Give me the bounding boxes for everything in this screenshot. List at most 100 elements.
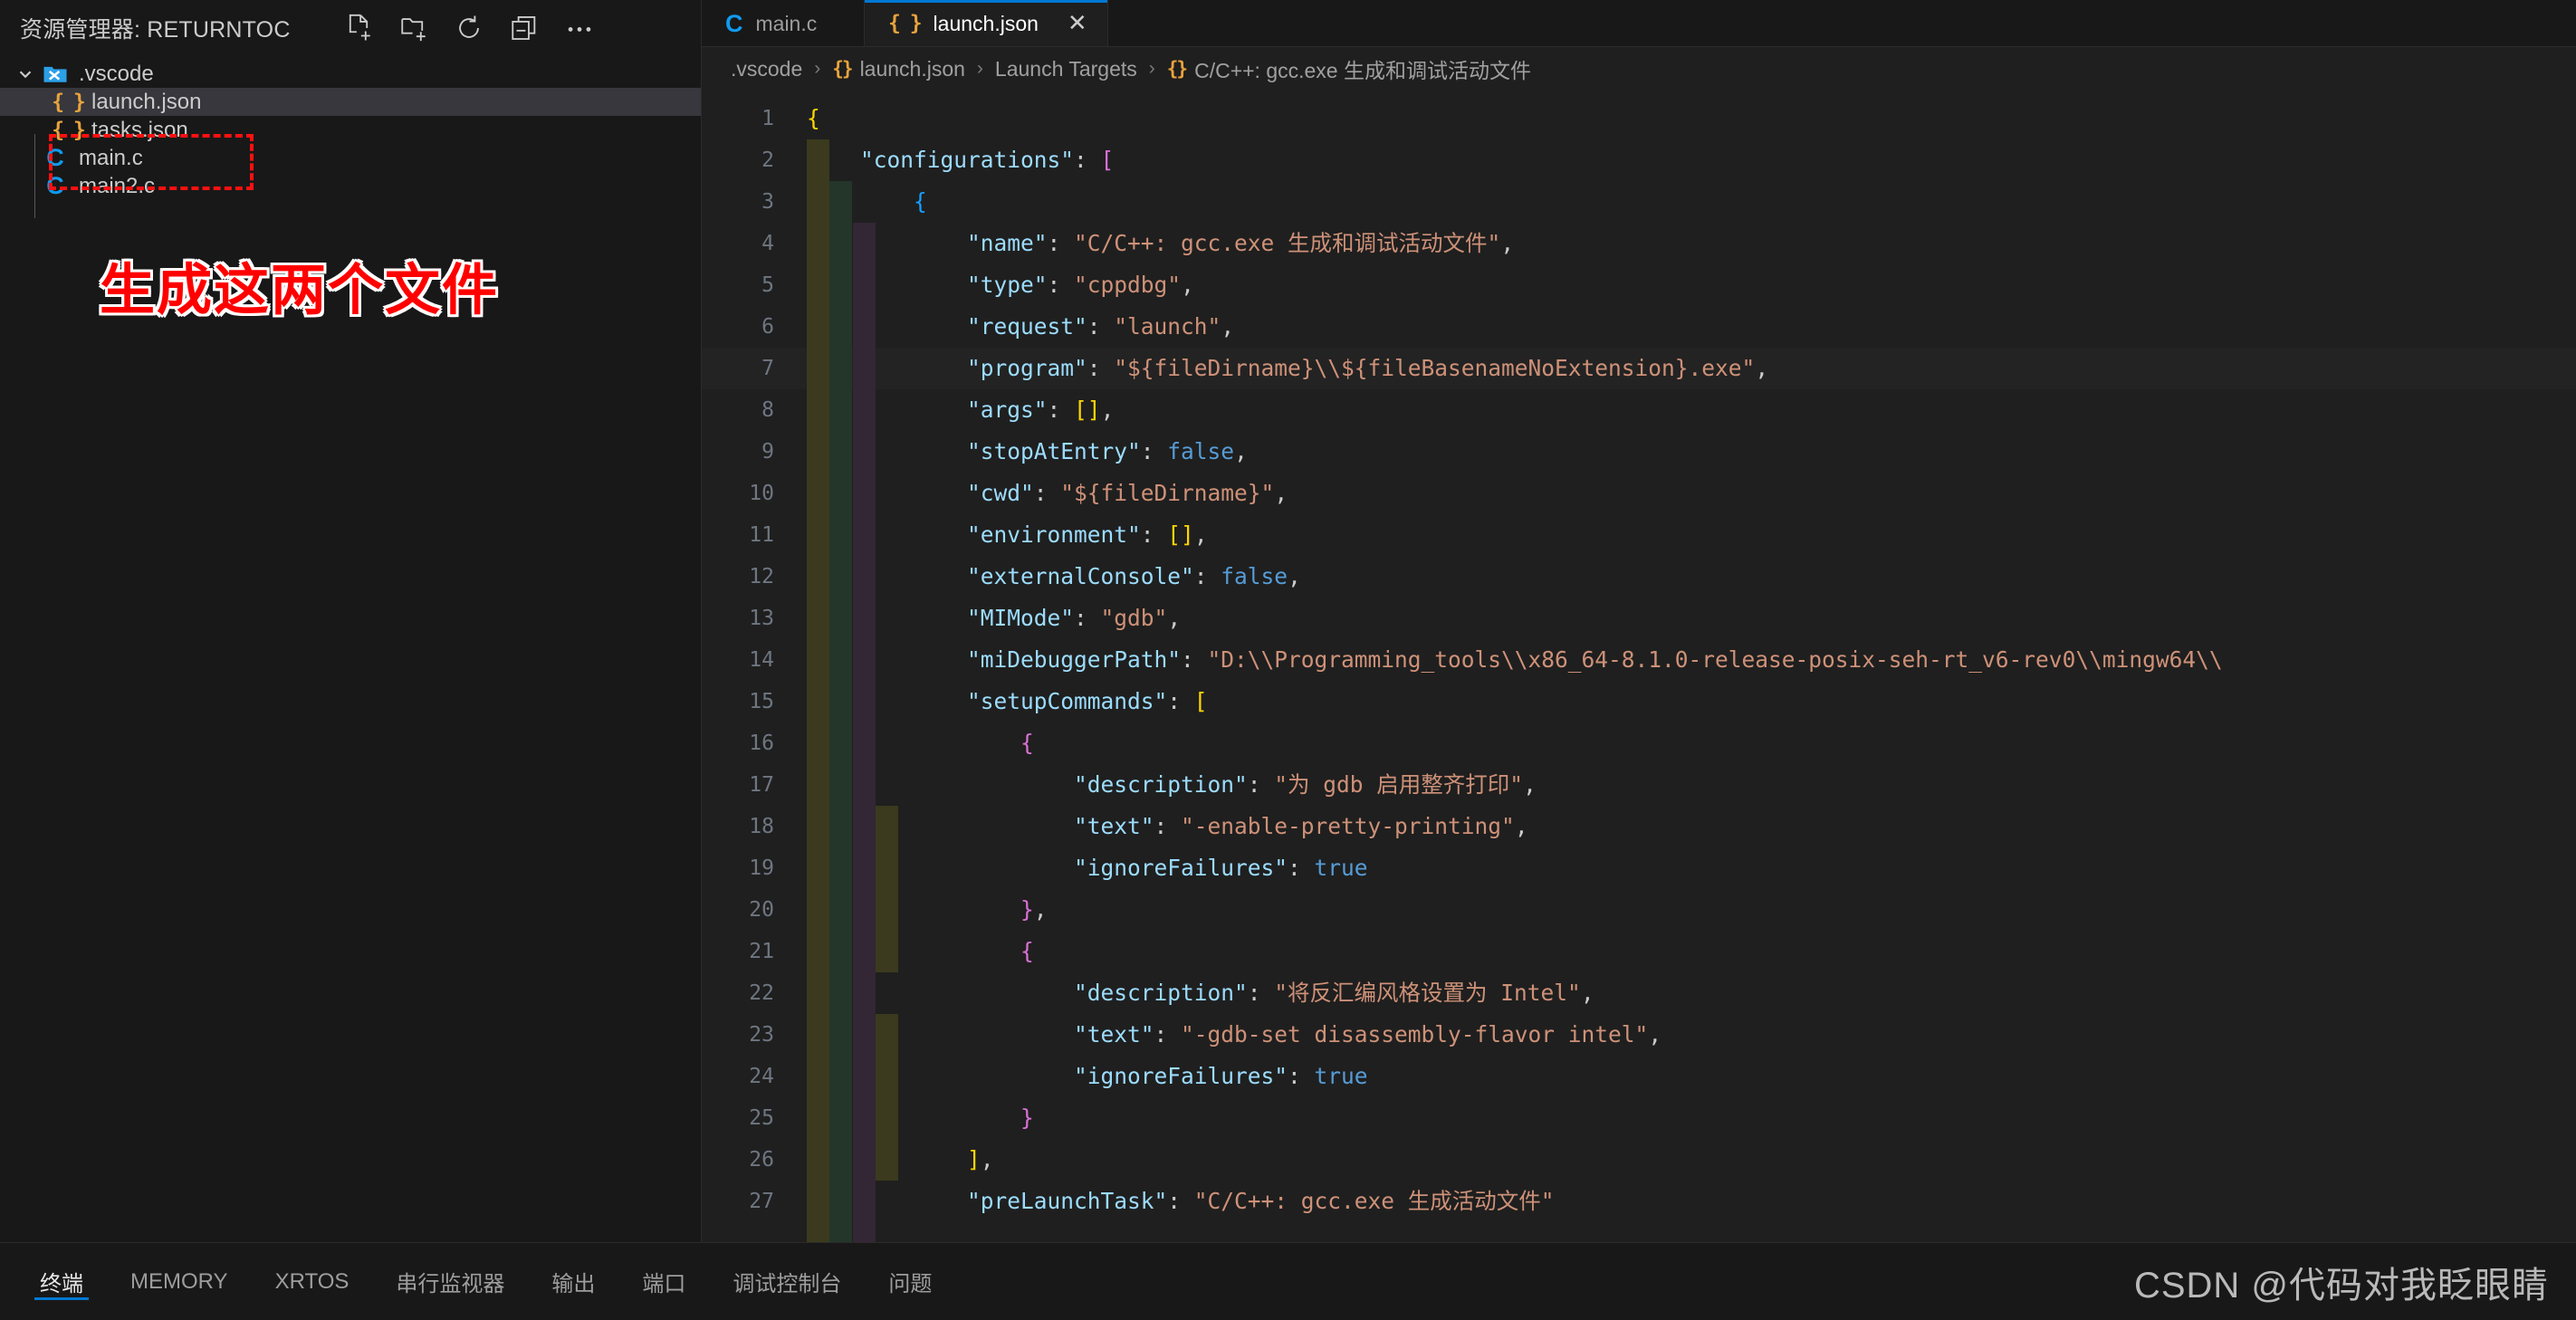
code-token: : bbox=[1033, 480, 1061, 506]
code-token: "为 gdb 启用整齐打印" bbox=[1274, 771, 1524, 798]
code-token: , bbox=[1755, 355, 1769, 381]
code-line: 27 "preLaunchTask": "C/C++: gcc.exe 生成活动… bbox=[702, 1181, 2576, 1222]
code-token: : bbox=[1288, 1063, 1315, 1089]
line-number: 12 bbox=[749, 565, 774, 588]
more-actions-icon[interactable] bbox=[564, 13, 595, 43]
breadcrumb: .vscode › {} launch.json › Launch Target… bbox=[702, 47, 2576, 91]
code-token: , bbox=[1221, 313, 1235, 340]
code-token: : bbox=[1247, 980, 1275, 1006]
code-token: "request" bbox=[967, 313, 1087, 340]
breadcrumb-item-config[interactable]: {} C/C++: gcc.exe 生成和调试活动文件 bbox=[1167, 53, 1531, 84]
code-token: : bbox=[1140, 438, 1168, 464]
code-line: 21 { bbox=[702, 931, 2576, 972]
code-token: [ bbox=[1100, 147, 1115, 173]
panel-tab-0[interactable]: 终端 bbox=[16, 1243, 107, 1320]
line-number: 8 bbox=[761, 398, 774, 422]
collapse-all-icon[interactable] bbox=[509, 13, 540, 43]
line-number: 20 bbox=[749, 898, 774, 922]
code-token: false bbox=[1221, 563, 1288, 589]
code-token: true bbox=[1314, 1063, 1368, 1089]
close-icon[interactable]: ✕ bbox=[1068, 12, 1087, 35]
line-number: 23 bbox=[749, 1023, 774, 1047]
line-number: 19 bbox=[749, 856, 774, 880]
tree-item-main2-c[interactable]: C main2.c bbox=[0, 172, 701, 200]
code-line: 16 { bbox=[702, 722, 2576, 764]
tree-item-label: .vscode bbox=[79, 61, 154, 86]
code-line-text: "name": "C/C++: gcc.exe 生成和调试活动文件", bbox=[774, 223, 1514, 264]
code-line: 10 "cwd": "${fileDirname}", bbox=[702, 473, 2576, 514]
code-token: { bbox=[807, 105, 820, 131]
line-number: 9 bbox=[761, 440, 774, 464]
code-token: "configurations" bbox=[860, 147, 1075, 173]
json-file-icon: {} bbox=[832, 58, 853, 80]
c-file-icon: C bbox=[46, 144, 64, 171]
code-line-text: "request": "launch", bbox=[774, 306, 1234, 348]
code-line: 5 "type": "cppdbg", bbox=[702, 264, 2576, 306]
code-line-text: "program": "${fileDirname}\\${fileBasena… bbox=[774, 348, 1768, 389]
code-token: "preLaunchTask" bbox=[967, 1188, 1168, 1214]
breadcrumb-item-vscode[interactable]: .vscode bbox=[731, 57, 802, 81]
explorer-title: 资源管理器: RETURNTOC bbox=[20, 17, 291, 43]
new-file-icon[interactable] bbox=[343, 13, 374, 43]
code-token: { bbox=[914, 188, 927, 215]
code-editor[interactable]: 1{2 "configurations": [3 {4 "name": "C/C… bbox=[702, 91, 2576, 1242]
panel-tab-4[interactable]: 输出 bbox=[528, 1243, 618, 1320]
breadcrumb-separator: › bbox=[976, 58, 983, 79]
new-folder-icon[interactable] bbox=[398, 13, 429, 43]
explorer-actions bbox=[343, 13, 595, 43]
code-token: "cwd" bbox=[967, 480, 1034, 506]
code-line: 26 ], bbox=[702, 1139, 2576, 1181]
panel-tab-5[interactable]: 端口 bbox=[618, 1243, 709, 1320]
tree-item-main-c[interactable]: C main.c bbox=[0, 144, 701, 172]
code-token: "${fileDirname}\\${fileBasenameNoExtensi… bbox=[1114, 355, 1756, 381]
tab-label: main.c bbox=[755, 11, 818, 35]
code-line: 23 "text": "-gdb-set disassembly-flavor … bbox=[702, 1014, 2576, 1056]
panel-tab-bar: 终端 MEMORY XRTOS 串行监视器 输出 端口 调试控制台 问题 CSDN @代码对我… bbox=[0, 1242, 2576, 1320]
code-line-text: { bbox=[774, 181, 927, 223]
code-token: , bbox=[1167, 605, 1182, 631]
breadcrumb-item-launch-json[interactable]: {} launch.json bbox=[832, 57, 965, 81]
panel-tab-2[interactable]: XRTOS bbox=[252, 1243, 373, 1320]
code-token: "D:\\Programming_tools\\x86_64-8.1.0-rel… bbox=[1207, 646, 2223, 673]
vscode-folder-icon bbox=[40, 60, 71, 88]
code-token: : bbox=[1193, 563, 1221, 589]
code-token: : bbox=[1047, 397, 1075, 423]
code-line: 15 "setupCommands": [ bbox=[702, 681, 2576, 722]
tree-item-vscode[interactable]: .vscode bbox=[0, 60, 701, 88]
chevron-down-icon[interactable] bbox=[11, 60, 40, 88]
code-line: 9 "stopAtEntry": false, bbox=[702, 431, 2576, 473]
line-number: 11 bbox=[749, 523, 774, 547]
panel-tab-3[interactable]: 串行监视器 bbox=[372, 1243, 528, 1320]
code-line: 25 } bbox=[702, 1097, 2576, 1139]
line-number: 21 bbox=[749, 940, 774, 963]
tree-item-label: launch.json bbox=[91, 89, 202, 114]
tree-item-tasks-json[interactable]: { } tasks.json bbox=[0, 116, 701, 144]
json-file-icon: { } bbox=[52, 90, 86, 114]
tree-item-launch-json[interactable]: { } launch.json bbox=[0, 88, 701, 116]
panel-tab-7[interactable]: 问题 bbox=[865, 1243, 955, 1320]
tab-main-c[interactable]: C main.c bbox=[702, 0, 865, 47]
code-token: , bbox=[1500, 230, 1515, 256]
code-token: "将反汇编风格设置为 Intel" bbox=[1274, 980, 1581, 1006]
panel-tab-1[interactable]: MEMORY bbox=[107, 1243, 252, 1320]
refresh-icon[interactable] bbox=[454, 13, 484, 43]
code-token: : bbox=[1140, 521, 1168, 548]
breadcrumb-item-launch-targets[interactable]: Launch Targets bbox=[995, 57, 1137, 81]
code-line-text: "stopAtEntry": false, bbox=[774, 431, 1248, 473]
code-token: "launch" bbox=[1114, 313, 1221, 340]
code-line-text: ], bbox=[774, 1139, 994, 1181]
code-token: "type" bbox=[967, 272, 1048, 298]
tab-launch-json[interactable]: { } launch.json ✕ bbox=[865, 0, 1108, 47]
code-token: : bbox=[1181, 646, 1208, 673]
csdn-watermark: CSDN @代码对我眨眼睛 bbox=[2133, 1265, 2549, 1306]
code-line-text: } bbox=[774, 1097, 1034, 1139]
code-line: 7 "program": "${fileDirname}\\${fileBase… bbox=[702, 348, 2576, 389]
code-token: "setupCommands" bbox=[967, 688, 1168, 714]
code-line: 13 "MIMode": "gdb", bbox=[702, 598, 2576, 639]
panel-tab-6[interactable]: 调试控制台 bbox=[709, 1243, 865, 1320]
line-number: 3 bbox=[761, 190, 774, 214]
code-token: , bbox=[1193, 521, 1208, 548]
code-line: 4 "name": "C/C++: gcc.exe 生成和调试活动文件", bbox=[702, 223, 2576, 264]
code-token: , bbox=[1288, 563, 1301, 589]
